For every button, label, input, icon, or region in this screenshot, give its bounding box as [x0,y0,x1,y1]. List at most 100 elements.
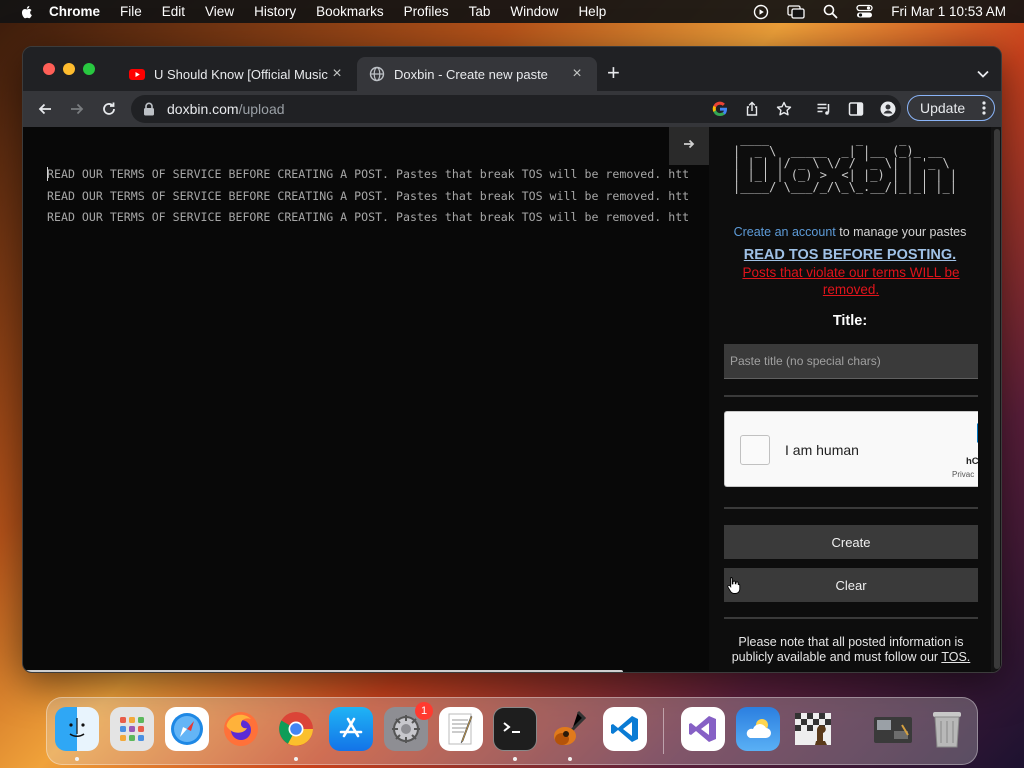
captcha-checkbox[interactable] [740,435,770,465]
editor-line[interactable]: READ OUR TERMS OF SERVICE BEFORE CREATIN… [47,189,689,203]
menu-tab[interactable]: Tab [469,4,491,19]
running-indicator [513,757,517,761]
system-settings-icon[interactable]: 1 [384,702,433,751]
menu-file[interactable]: File [120,4,142,19]
tab-youtube[interactable]: U Should Know [Official Music × [117,57,357,91]
editor-line[interactable]: READ OUR TERMS OF SERVICE BEFORE CREATIN… [47,210,689,224]
reload-icon[interactable] [99,99,119,119]
captcha-privacy-link[interactable]: Privac [952,470,974,479]
menu-profiles[interactable]: Profiles [404,4,449,19]
notice-text: Please note that all posted information … [731,635,964,664]
arrow-right-icon [683,137,695,155]
bookmark-star-icon[interactable] [775,100,793,118]
running-indicator [294,757,298,761]
menu-clock[interactable]: Fri Mar 1 10:53 AM [891,4,1006,19]
hand-pointer-cursor-icon [727,576,741,599]
notification-badge: 1 [415,702,433,720]
textedit-icon[interactable] [439,707,483,751]
minimize-window-button[interactable] [63,63,75,75]
collapse-sidebar-button[interactable] [669,127,709,165]
menu-window[interactable]: Window [510,4,558,19]
tos-link[interactable]: TOS. [941,650,970,664]
create-button[interactable]: Create [724,525,978,559]
profile-avatar-icon[interactable] [879,100,897,118]
browser-toolbar: doxbin.com/upload Update [23,91,1001,127]
screenshot-folder-icon[interactable] [871,707,915,751]
close-tab-icon[interactable]: × [569,65,585,82]
clear-button[interactable]: Clear [724,568,978,602]
forward-arrow-icon[interactable] [67,99,87,119]
youtube-icon [129,66,145,82]
editor-horizontal-scrollbar[interactable] [23,670,709,672]
chess-icon[interactable] [791,707,835,751]
more-menu-icon[interactable] [982,100,986,119]
weather-icon[interactable] [736,707,780,751]
paste-editor[interactable]: READ OUR TERMS OF SERVICE BEFORE CREATIN… [23,127,709,672]
hcaptcha-logo-icon [971,422,978,449]
tos-heading-link[interactable]: READ TOS BEFORE POSTING. [709,247,991,263]
update-label: Update [920,100,966,116]
menu-bar: Chrome File Edit View History Bookmarks … [0,0,1024,23]
google-g-icon[interactable] [711,100,729,118]
divider [724,507,978,509]
media-playlist-icon[interactable] [815,100,833,118]
menu-app-name[interactable]: Chrome [49,4,100,19]
lock-icon[interactable] [143,102,157,116]
menu-history[interactable]: History [254,4,296,19]
now-playing-icon[interactable] [753,4,769,20]
page-content: READ OUR TERMS OF SERVICE BEFORE CREATIN… [23,127,1001,672]
app-store-icon[interactable] [329,707,373,751]
menu-view[interactable]: View [205,4,234,19]
scrollbar-thumb[interactable] [994,129,1000,669]
side-panel-icon[interactable] [847,100,865,118]
visual-studio-icon[interactable] [681,707,725,751]
google-chrome-icon[interactable] [274,707,318,751]
paste-title-input[interactable] [724,344,978,379]
screen-mirroring-icon[interactable] [787,4,805,20]
editor-line[interactable]: READ OUR TERMS OF SERVICE BEFORE CREATIN… [47,167,689,181]
page-vertical-scrollbar[interactable] [991,127,1001,672]
update-button[interactable]: Update [907,95,995,121]
divider [724,395,978,397]
firefox-icon[interactable] [219,707,263,751]
browser-window: U Should Know [Official Music × Doxbin -… [22,46,1002,673]
close-window-button[interactable] [43,63,55,75]
zoom-window-button[interactable] [83,63,95,75]
title-label: Title: [832,313,868,329]
close-tab-icon[interactable]: × [329,65,345,82]
tab-title: U Should Know [Official Music [154,66,328,82]
finder-icon[interactable] [55,707,99,751]
menu-bookmarks[interactable]: Bookmarks [316,4,384,19]
tab-strip: U Should Know [Official Music × Doxbin -… [23,47,1001,91]
visual-studio-code-icon[interactable] [603,707,647,751]
url-path: /upload [238,101,285,117]
trash-icon[interactable] [925,707,969,751]
create-account-link[interactable]: Create an account [734,225,836,239]
menu-help[interactable]: Help [578,4,606,19]
dock-separator [663,708,664,754]
url-host: doxbin.com [167,101,239,117]
share-icon[interactable] [743,100,761,118]
safari-icon[interactable] [165,707,209,751]
scrollbar-thumb[interactable] [23,670,623,672]
tab-doxbin[interactable]: Doxbin - Create new paste × [357,57,597,91]
apple-icon[interactable] [19,4,35,20]
globe-icon [369,66,385,82]
doxbin-ascii-logo: ____ _ _ | _ \ _____ _| |__ (_)_ __ | | … [733,133,957,194]
terminal-icon[interactable] [493,707,537,751]
spotlight-search-icon[interactable] [823,4,838,19]
garageband-icon[interactable] [548,707,592,751]
account-prompt: Create an account to manage your pastes [709,225,991,239]
control-center-icon[interactable] [856,4,873,19]
back-arrow-icon[interactable] [35,99,55,119]
tos-warning-link[interactable]: Posts that violate our terms WILL be rem… [731,264,971,298]
new-tab-button[interactable]: + [607,62,620,84]
launchpad-icon[interactable] [110,707,154,751]
account-prompt-text: to manage your pastes [835,225,967,239]
tab-title: Doxbin - Create new paste [394,66,548,82]
menu-edit[interactable]: Edit [162,4,185,19]
dock: 1 [46,697,978,765]
paste-sidebar: ____ _ _ | _ \ _____ _| |__ (_)_ __ | | … [709,127,991,672]
tab-search-chevron-icon[interactable] [977,65,989,83]
text-caret [47,167,48,181]
